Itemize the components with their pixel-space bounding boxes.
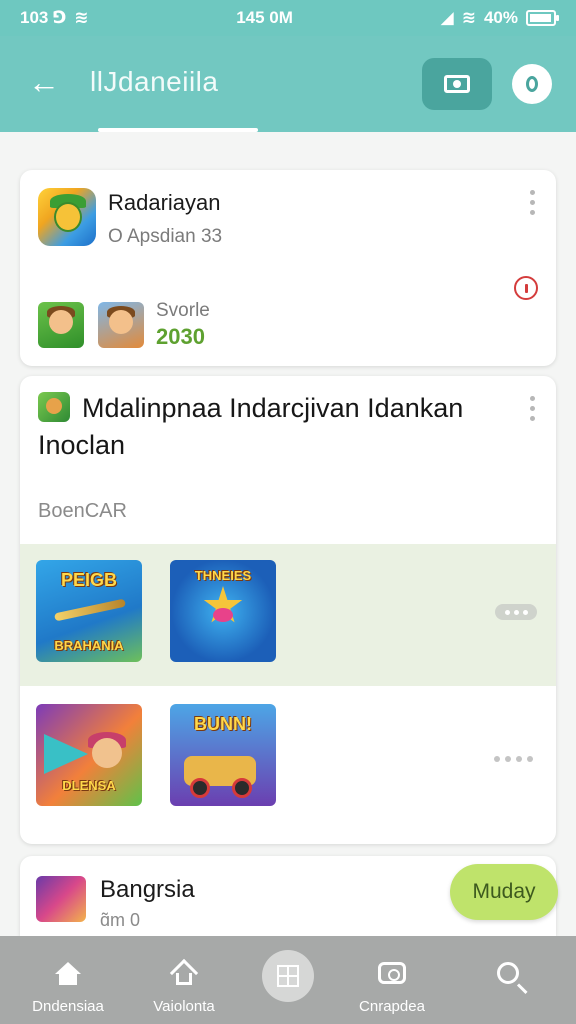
action-button[interactable]: Muday xyxy=(450,864,558,920)
app-subtitle: ɑ̃m 0 xyxy=(100,910,141,930)
app-bar: ← llJdaneiila xyxy=(0,36,576,132)
profile-button[interactable] xyxy=(512,64,552,104)
back-arrow-icon[interactable]: ← xyxy=(28,62,68,102)
search-icon xyxy=(497,962,519,984)
app-title: Bangrsia xyxy=(100,876,195,903)
nav-item-search[interactable] xyxy=(448,936,568,1024)
tab-indicator xyxy=(98,128,258,132)
game-tile[interactable]: THNEIES xyxy=(170,560,276,662)
gem-icon xyxy=(213,608,233,622)
game-tile-subtitle: DLENSA xyxy=(62,778,116,793)
row-options-toggle[interactable] xyxy=(495,604,537,620)
home-icon xyxy=(55,962,81,985)
featured-app-card[interactable]: Radariayan O Apsdian 33 Svorle 2030 xyxy=(20,170,556,366)
game-tile-title: THNEIES xyxy=(194,568,252,583)
collection-card: Mdalinpnaa Indarcjivan Idankan Inoclan B… xyxy=(20,376,556,844)
signal-icon: ◢ xyxy=(440,8,454,27)
app-icon[interactable] xyxy=(38,188,96,246)
more-vertical-icon[interactable] xyxy=(528,190,536,215)
game-tile-subtitle: BRAHANIA xyxy=(54,638,124,653)
nav-item-grid[interactable] xyxy=(262,950,314,1002)
store-icon xyxy=(169,958,199,988)
game-tile[interactable]: PEIGB BRAHANIA xyxy=(36,560,142,662)
game-tile[interactable]: DLENSA xyxy=(36,704,142,806)
nav-item-store[interactable]: Vaiolonta xyxy=(124,936,244,1024)
grid-icon xyxy=(277,965,299,987)
status-left-text: 103 ⅁ xyxy=(20,8,67,27)
app-subtitle: O Apsdian 33 xyxy=(108,226,223,247)
location-pin-icon xyxy=(526,76,538,92)
status-left: 103 ⅁ ≋ xyxy=(20,8,89,28)
nav-item-media[interactable]: Cnrapdea xyxy=(332,936,452,1024)
score-label: Svorle xyxy=(156,300,210,321)
nav-label: Dndensiaa xyxy=(32,998,104,1015)
nav-label: Vaiolonta xyxy=(153,998,215,1015)
app-icon[interactable] xyxy=(36,876,86,922)
app-title: Radariayan xyxy=(108,190,221,215)
wifi-icon: ≋ xyxy=(74,8,89,27)
game-row[interactable]: DLENSA BUNN! xyxy=(20,688,556,830)
game-row[interactable]: PEIGB BRAHANIA THNEIES xyxy=(20,544,556,686)
more-vertical-icon[interactable] xyxy=(528,396,536,421)
hero-icon xyxy=(92,738,122,768)
section-label: BoenCAR xyxy=(38,500,127,522)
game-tile[interactable]: BUNN! xyxy=(170,704,276,806)
game-tile-title: PEIGB xyxy=(60,570,117,590)
collection-title: Mdalinpnaa Indarcjivan Idankan Inoclan xyxy=(38,393,464,460)
sword-icon xyxy=(53,598,127,622)
camera-icon xyxy=(444,75,470,93)
alert-icon[interactable] xyxy=(514,276,538,300)
media-icon xyxy=(378,962,406,984)
status-right: ◢ ≋ 40% xyxy=(440,8,559,28)
score-value: 2030 xyxy=(156,324,205,349)
status-time: 145 0M xyxy=(236,8,293,27)
more-horizontal-icon[interactable] xyxy=(494,756,533,762)
nav-label: Cnrapdea xyxy=(359,998,425,1015)
battery-percent: 40% xyxy=(483,8,518,27)
app-list-item[interactable]: Bangrsia ɑ̃m 0 Muday xyxy=(20,856,558,936)
bottom-navigation: Dndensiaa Vaiolonta Cnrapdea xyxy=(0,936,576,1024)
cone-icon xyxy=(44,734,88,774)
game-tile-title: BUNN! xyxy=(194,714,252,734)
player-avatar xyxy=(98,302,144,348)
status-bar: 103 ⅁ ≋ 145 0M ◢ ≋ 40% xyxy=(0,0,576,36)
page-title: llJdaneiila xyxy=(90,66,219,97)
wifi-icon-right: ≋ xyxy=(461,8,476,27)
player-avatar xyxy=(38,302,84,348)
camera-button[interactable] xyxy=(422,58,492,110)
battery-icon xyxy=(525,10,559,26)
nav-item-home[interactable]: Dndensiaa xyxy=(8,936,128,1024)
